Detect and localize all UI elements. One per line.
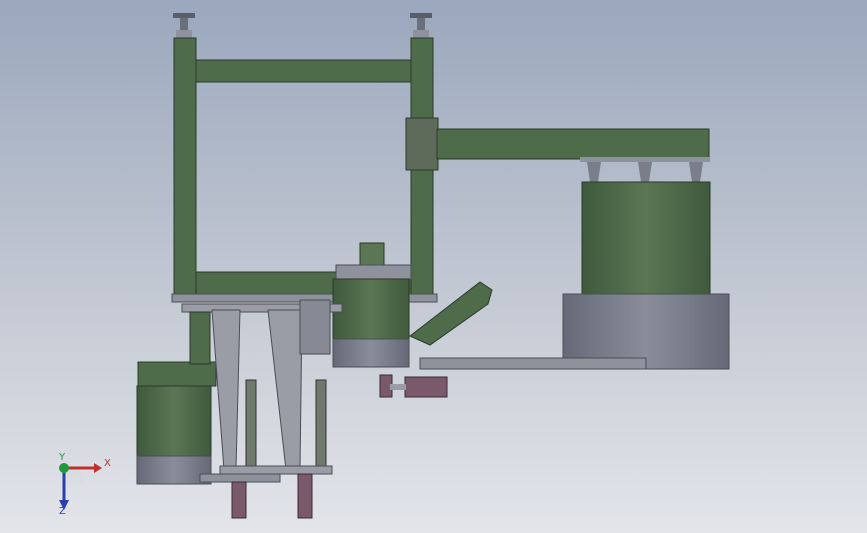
leveling-foot-right — [410, 13, 432, 40]
reference-triad: X Y Z — [44, 452, 116, 518]
pneumatic-cylinder — [379, 374, 448, 398]
center-tank — [332, 242, 412, 368]
cad-viewport[interactable]: X Y Z — [0, 0, 867, 533]
main-frame — [171, 37, 439, 303]
x-axis-label: X — [104, 458, 111, 469]
y-axis-label: Y — [59, 452, 66, 463]
z-axis-label: Z — [59, 506, 66, 517]
machine-assembly-model[interactable] — [0, 0, 867, 533]
cantilever-arm — [436, 128, 710, 182]
right-tank — [562, 181, 730, 370]
leveling-foot-left — [173, 13, 195, 40]
left-tank — [136, 361, 217, 485]
